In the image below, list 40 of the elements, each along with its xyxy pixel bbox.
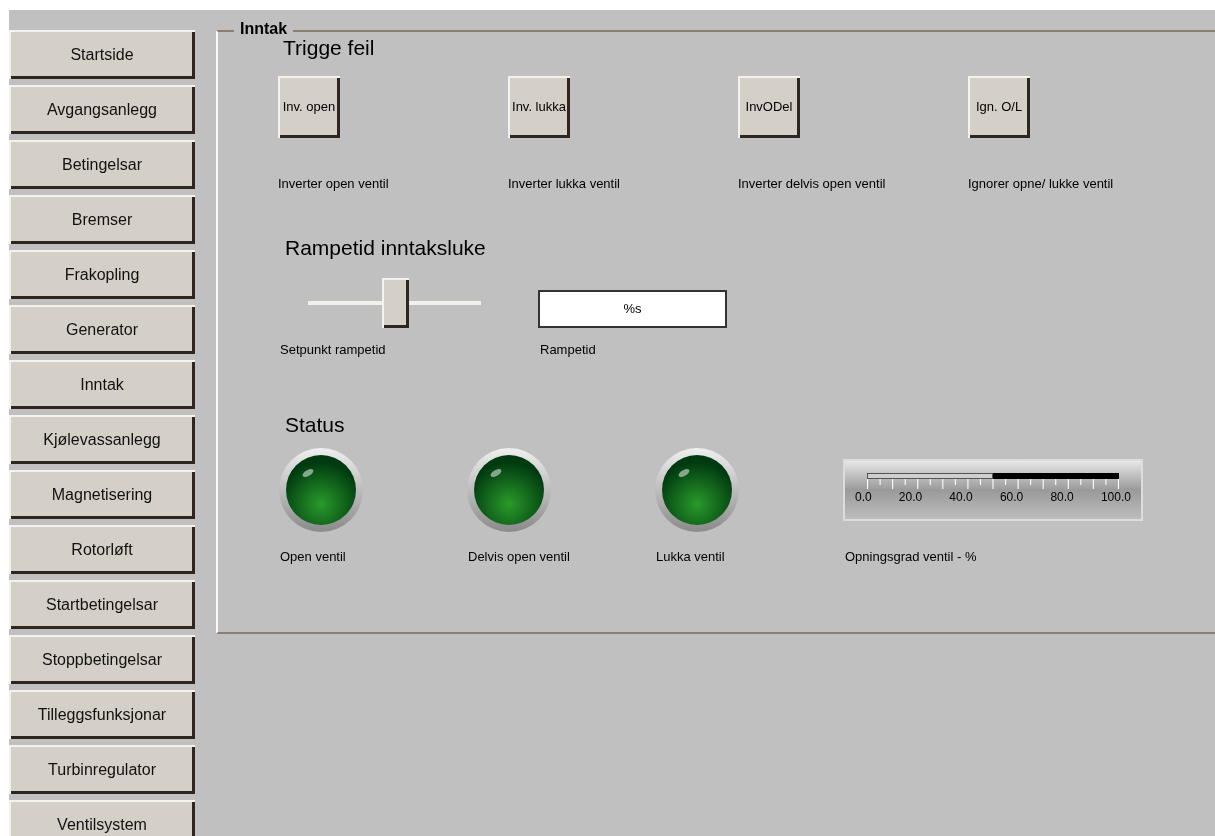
nav-button[interactable]: Rotorløft bbox=[9, 525, 195, 574]
gauge-scale-label: 0.0 bbox=[855, 490, 872, 504]
fault-button[interactable]: InvODel bbox=[738, 76, 800, 138]
nav-button[interactable]: Generator bbox=[9, 305, 195, 354]
lamp-caption: Lukka ventil bbox=[656, 548, 725, 566]
nav-button[interactable]: Ventilsystem bbox=[9, 800, 195, 836]
nav-button[interactable]: Tilleggsfunksjonar bbox=[9, 690, 195, 739]
section-heading: Rampetid inntaksluke bbox=[285, 234, 486, 261]
gauge-scale-label: 80.0 bbox=[1050, 490, 1074, 504]
slider-thumb[interactable] bbox=[381, 277, 409, 328]
nav-button[interactable]: Bremser bbox=[9, 195, 195, 244]
gauge-caption: Opningsgrad ventil - % bbox=[845, 548, 977, 566]
fault-caption: Inverter delvis open ventil bbox=[738, 175, 886, 193]
fault-caption: Inverter lukka ventil bbox=[508, 175, 620, 193]
slider-caption: Setpunkt rampetid bbox=[280, 340, 386, 359]
nav-button[interactable]: Kjølevassanlegg bbox=[9, 415, 195, 464]
gauge-scale-label: 40.0 bbox=[949, 490, 973, 504]
fault-button[interactable]: Inv. open bbox=[278, 76, 340, 138]
fault-button[interactable]: Ign. O/L bbox=[968, 76, 1030, 138]
gauge-ticks-icon bbox=[867, 479, 1119, 489]
nav-button[interactable]: Frakopling bbox=[9, 250, 195, 299]
nav-button[interactable]: Startbetingelsar bbox=[9, 580, 195, 629]
lamp-caption: Open ventil bbox=[280, 548, 346, 566]
fault-button[interactable]: Inv. lukka bbox=[508, 76, 570, 138]
nav-button[interactable]: Magnetisering bbox=[9, 470, 195, 519]
nav-button[interactable]: Stoppbetingelsar bbox=[9, 635, 195, 684]
gauge-scale-label: 60.0 bbox=[999, 490, 1024, 504]
nav-button[interactable]: Avgangsanlegg bbox=[9, 85, 195, 134]
section-heading: Status bbox=[285, 412, 345, 438]
nav-button[interactable]: Startside bbox=[9, 30, 195, 79]
gauge-scale-label: 20.0 bbox=[898, 490, 923, 504]
nav-button[interactable]: Turbinregulator bbox=[9, 745, 195, 794]
fault-caption: Inverter open ventil bbox=[278, 175, 389, 193]
field-caption: Rampetid bbox=[540, 340, 596, 359]
nav-button[interactable]: Betingelsar bbox=[9, 140, 195, 189]
rampetid-field[interactable]: %s bbox=[538, 289, 727, 328]
gauge-scale-label: 100.0 bbox=[1100, 490, 1131, 504]
fault-caption: Ignorer opne/ lukke ventil bbox=[968, 175, 1114, 193]
lamp-caption: Delvis open ventil bbox=[468, 548, 570, 566]
nav-button[interactable]: Inntak bbox=[9, 360, 195, 409]
